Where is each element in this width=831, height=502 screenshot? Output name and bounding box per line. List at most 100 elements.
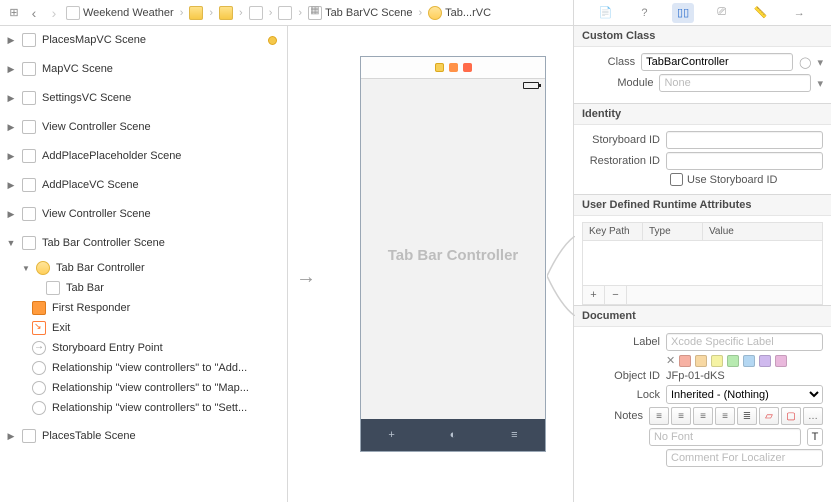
class-field[interactable]: [641, 53, 793, 71]
localizer-comment-field[interactable]: [666, 449, 823, 467]
dropdown-icon[interactable]: ▾: [817, 77, 823, 90]
outline-item-tabbar[interactable]: Tab Bar: [0, 278, 287, 298]
scene-row[interactable]: ▶AddPlaceVC Scene: [0, 171, 287, 200]
color-swatch[interactable]: [727, 355, 739, 367]
menu-icon: ≡: [511, 429, 517, 441]
crumb-scene[interactable]: Tab BarVC Scene: [308, 6, 412, 20]
section-heading: Custom Class: [574, 26, 831, 47]
link-button[interactable]: ▢: [781, 407, 801, 425]
scene-row[interactable]: ▶AddPlacePlaceholder Scene: [0, 142, 287, 171]
quick-help-tab[interactable]: ?: [633, 3, 655, 23]
related-items-icon[interactable]: ⊞: [6, 5, 22, 21]
outline-item-vc[interactable]: ▼Tab Bar Controller: [0, 258, 287, 278]
scene-label: SettingsVC Scene: [42, 92, 131, 104]
plus-icon: +: [388, 429, 394, 441]
scene-icon: [22, 236, 36, 250]
disclosure-icon[interactable]: ▶: [6, 209, 16, 220]
item-label: Relationship "view controllers" to "Add.…: [52, 362, 247, 374]
outline-item-entry-point[interactable]: Storyboard Entry Point: [0, 338, 287, 358]
disclosure-icon[interactable]: ▶: [6, 64, 16, 75]
outline-item-relationship[interactable]: Relationship "view controllers" to "Map.…: [0, 378, 287, 398]
storyboard-id-field[interactable]: [666, 131, 823, 149]
identity-inspector-tab[interactable]: ▯▯: [672, 3, 694, 23]
crumb-project[interactable]: Weekend Weather: [66, 6, 174, 20]
forward-button[interactable]: ›: [46, 5, 62, 21]
back-button[interactable]: ‹: [26, 5, 42, 21]
exit-icon: [32, 321, 46, 335]
scene-row-expanded[interactable]: ▼Tab Bar Controller Scene: [0, 229, 287, 258]
scene-row[interactable]: ▶View Controller Scene: [0, 113, 287, 142]
color-swatch[interactable]: [679, 355, 691, 367]
color-swatch[interactable]: [695, 355, 707, 367]
folder-icon: [219, 6, 233, 20]
dropdown-icon[interactable]: ▾: [817, 56, 823, 69]
font-field[interactable]: [649, 428, 801, 446]
attributes-inspector-tab[interactable]: ⎚: [711, 3, 733, 23]
crumb-file-1[interactable]: [249, 6, 263, 20]
scene-title-bar[interactable]: [361, 57, 545, 79]
more-format-button[interactable]: …: [803, 407, 823, 425]
crumb-label: Tab BarVC Scene: [325, 7, 412, 19]
disclosure-icon[interactable]: ▶: [6, 431, 16, 442]
clear-swatch-icon[interactable]: ✕: [666, 354, 675, 367]
disclosure-icon[interactable]: ▶: [6, 180, 16, 191]
color-swatch[interactable]: [711, 355, 723, 367]
scene-row[interactable]: ▶PlacesTable Scene: [0, 422, 287, 451]
color-swatch[interactable]: [743, 355, 755, 367]
object-id-value: JFp-01-dKS: [666, 370, 725, 382]
outline-item-exit[interactable]: Exit: [0, 318, 287, 338]
list-button[interactable]: ≣: [737, 407, 757, 425]
crumb-vc[interactable]: Tab...rVC: [428, 6, 491, 20]
lock-select[interactable]: Inherited - (Nothing): [666, 385, 823, 404]
disclosure-icon[interactable]: ▶: [6, 151, 16, 162]
crumb-file-2[interactable]: [278, 6, 292, 20]
checkbox-input[interactable]: [670, 173, 683, 186]
item-label: Relationship "view controllers" to "Map.…: [52, 382, 249, 394]
align-justify-button[interactable]: ≡: [715, 407, 735, 425]
use-storyboard-id-checkbox[interactable]: Use Storyboard ID: [670, 173, 823, 186]
align-left-button[interactable]: ≡: [649, 407, 669, 425]
scene-row[interactable]: ▶View Controller Scene: [0, 200, 287, 229]
crumb-folder-2[interactable]: [219, 6, 233, 20]
remove-format-button[interactable]: ▱: [759, 407, 779, 425]
view-controller-preview[interactable]: Tab Bar Controller + ◐ ≡: [360, 56, 546, 452]
tab-bar-preview: + ◐ ≡: [361, 419, 545, 451]
scene-icon: [22, 120, 36, 134]
attributes-body[interactable]: [583, 241, 822, 285]
col-keypath[interactable]: Key Path: [583, 223, 643, 240]
scene-row[interactable]: ▶MapVC Scene: [0, 55, 287, 84]
disclosure-icon[interactable]: ▼: [22, 264, 30, 273]
clear-icon[interactable]: ◯: [799, 56, 811, 69]
color-swatch[interactable]: [759, 355, 771, 367]
label-field[interactable]: [666, 333, 823, 351]
disclosure-icon[interactable]: ▶: [6, 93, 16, 104]
col-value[interactable]: Value: [703, 223, 822, 240]
disclosure-icon[interactable]: ▶: [6, 122, 16, 133]
module-field[interactable]: [659, 74, 811, 92]
connections-inspector-tab[interactable]: →: [788, 3, 810, 23]
label-label: Label: [582, 336, 660, 348]
add-attribute-button[interactable]: +: [583, 286, 605, 304]
font-picker-button[interactable]: T: [807, 428, 823, 446]
scene-row[interactable]: ▶ SettingsVC Scene: [0, 84, 287, 113]
disclosure-icon[interactable]: ▶: [6, 35, 16, 46]
scene-icon: [22, 149, 36, 163]
tab-bar-icon: [46, 281, 60, 295]
restoration-id-field[interactable]: [666, 152, 823, 170]
size-inspector-tab[interactable]: 📏: [750, 3, 772, 23]
scene-row[interactable]: ▶PlacesMapVC Scene: [0, 26, 287, 55]
col-type[interactable]: Type: [643, 223, 703, 240]
outline-item-first-responder[interactable]: First Responder: [0, 298, 287, 318]
crumb-folder-1[interactable]: [189, 6, 203, 20]
disclosure-icon[interactable]: ▼: [6, 238, 16, 248]
align-right-button[interactable]: ≡: [693, 407, 713, 425]
outline-item-relationship[interactable]: Relationship "view controllers" to "Sett…: [0, 398, 287, 418]
color-swatch[interactable]: [775, 355, 787, 367]
storyboard-canvas[interactable]: → Tab Bar Controller + ◐ ≡: [288, 26, 573, 502]
outline-item-relationship[interactable]: Relationship "view controllers" to "Add.…: [0, 358, 287, 378]
document-swatches[interactable]: ✕: [666, 354, 787, 367]
remove-attribute-button[interactable]: −: [605, 286, 627, 304]
document-outline: ▶PlacesMapVC Scene ▶MapVC Scene ▶ Setting…: [0, 26, 288, 502]
file-inspector-tab[interactable]: 📄: [595, 3, 617, 23]
align-center-button[interactable]: ≡: [671, 407, 691, 425]
